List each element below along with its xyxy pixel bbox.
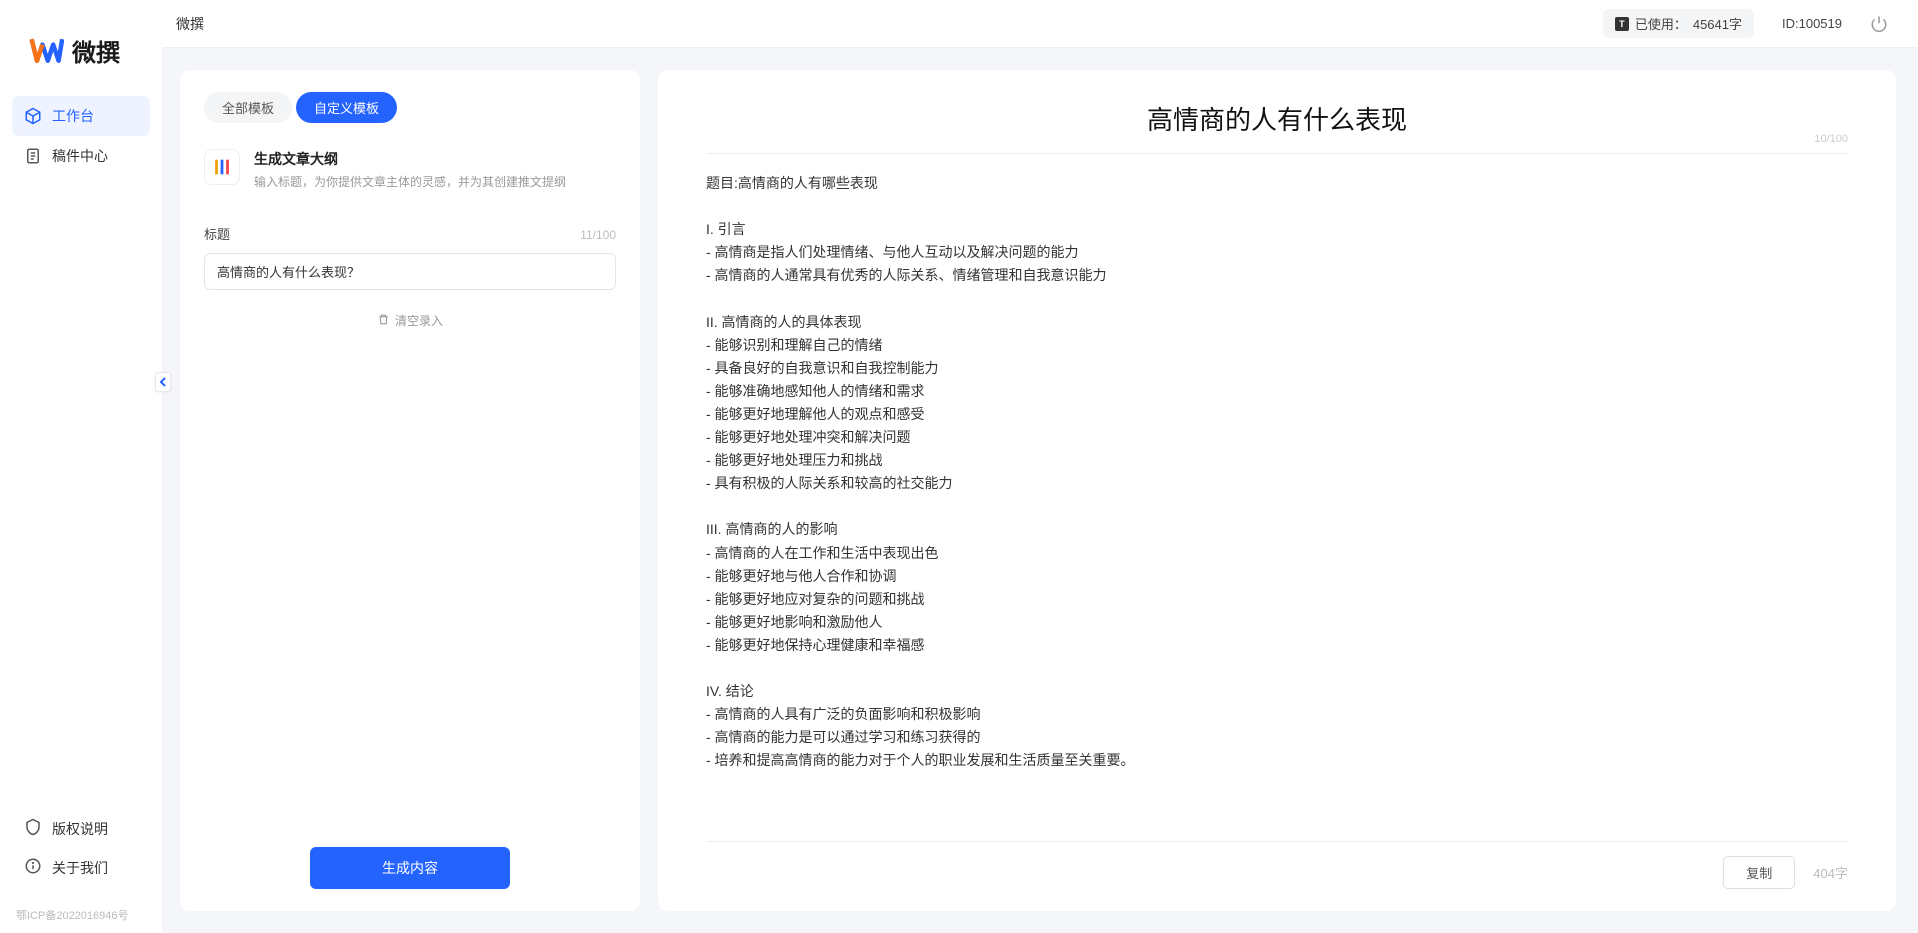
sidebar-item-label: 关于我们 (52, 858, 108, 878)
template-tabs: 全部模板 自定义模板 (204, 92, 616, 123)
usage-value: 45641字 (1693, 14, 1742, 33)
sidebar-item-workspace[interactable]: 工作台 (12, 96, 150, 136)
template-desc: 输入标题，为你提供文章主体的灵感，并为其创建推文提纲 (254, 173, 616, 190)
title-field-label: 标题 (204, 224, 230, 243)
user-id: ID:100519 (1782, 16, 1842, 31)
copy-button[interactable]: 复制 (1723, 856, 1795, 889)
app-logo-icon (28, 32, 64, 68)
generate-button[interactable]: 生成内容 (310, 847, 510, 889)
sidebar-item-label: 工作台 (52, 106, 94, 126)
clear-input-button[interactable]: 清空录入 (204, 312, 616, 329)
template-title: 生成文章大纲 (254, 149, 616, 169)
tab-custom-templates[interactable]: 自定义模板 (296, 92, 397, 123)
text-icon: T (1615, 17, 1629, 31)
sidebar-item-about[interactable]: 关于我们 (12, 848, 150, 887)
clear-input-label: 清空录入 (395, 312, 443, 329)
title-input[interactable] (204, 253, 616, 290)
tab-all-templates[interactable]: 全部模板 (204, 92, 292, 123)
input-panel: 全部模板 自定义模板 生成文章大纲 输入标题，为你提供文章主体的灵感，并为其创建… (180, 70, 640, 911)
page-title: 微撰 (176, 14, 204, 34)
topbar: 微撰 T 已使用： 45641字 ID:100519 (162, 0, 1918, 48)
sidebar: 微撰 工作台 稿件中心 版权说明 (0, 0, 162, 933)
logo[interactable]: 微撰 (0, 0, 162, 96)
doc-icon (24, 147, 42, 165)
template-icon (204, 149, 240, 185)
sidebar-footer: 版权说明 关于我们 (0, 809, 162, 899)
main-nav: 工作台 稿件中心 (0, 96, 162, 176)
power-icon[interactable] (1870, 15, 1888, 33)
output-title: 高情商的人有什么表现 (706, 100, 1848, 137)
sidebar-collapse-button[interactable] (155, 372, 171, 392)
sidebar-item-drafts[interactable]: 稿件中心 (12, 136, 150, 176)
sidebar-item-label: 稿件中心 (52, 146, 108, 166)
word-count: 404字 (1813, 863, 1848, 882)
icp-text: 鄂ICP备2022016946号 (0, 899, 162, 933)
trash-icon (377, 313, 390, 329)
shield-icon (24, 818, 42, 839)
sidebar-item-label: 版权说明 (52, 819, 108, 839)
char-counter: 11/100 (580, 228, 616, 242)
main: 微撰 T 已使用： 45641字 ID:100519 全部模板 自定义模板 (162, 0, 1918, 933)
template-card: 生成文章大纲 输入标题，为你提供文章主体的灵感，并为其创建推文提纲 (204, 149, 616, 190)
sidebar-item-copyright[interactable]: 版权说明 (12, 809, 150, 848)
output-body[interactable]: 题目:高情商的人有哪些表现 I. 引言 - 高情商是指人们处理情绪、与他人互动以… (706, 154, 1848, 841)
cube-icon (24, 107, 42, 125)
usage-label: 已使用： (1635, 14, 1687, 33)
usage-badge[interactable]: T 已使用： 45641字 (1603, 9, 1754, 38)
output-panel: 高情商的人有什么表现 10/100 题目:高情商的人有哪些表现 I. 引言 - … (658, 70, 1896, 911)
output-title-counter: 10/100 (1814, 133, 1848, 145)
app-logo-text: 微撰 (72, 33, 120, 68)
info-icon (24, 857, 42, 878)
